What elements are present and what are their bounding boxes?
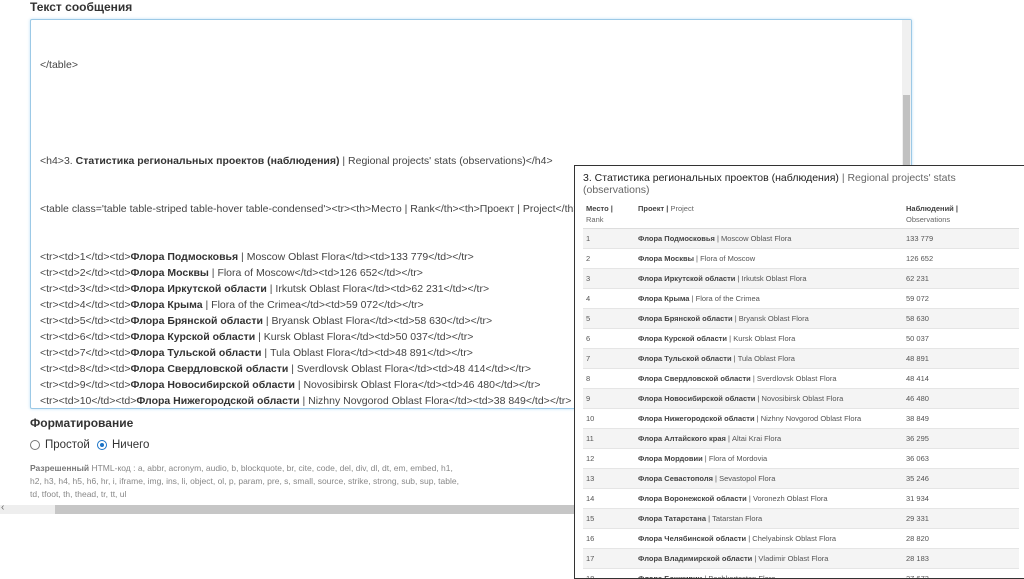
table-row: 12Флора Мордовии | Flora of Mordovia36 0… bbox=[583, 449, 1019, 469]
cell-observations: 48 891 bbox=[903, 349, 1019, 369]
cell-project: Флора Тульской области | Tula Oblast Flo… bbox=[635, 349, 903, 369]
radio-circle-checked[interactable] bbox=[97, 440, 107, 450]
cell-observations: 59 072 bbox=[903, 289, 1019, 309]
header-project: Проект | Project bbox=[635, 200, 903, 229]
table-row: 2Флора Москвы | Flora of Moscow126 652 bbox=[583, 249, 1019, 269]
cell-rank: 15 bbox=[583, 509, 635, 529]
cell-project: Флора Брянской области | Bryansk Oblast … bbox=[635, 309, 903, 329]
table-row: 14Флора Воронежской области | Voronezh O… bbox=[583, 489, 1019, 509]
preview-panel: 3. Статистика региональных проектов (наб… bbox=[574, 165, 1024, 579]
cell-project: Флора Свердловской области | Sverdlovsk … bbox=[635, 369, 903, 389]
cell-project: Флора Крыма | Flora of the Crimea bbox=[635, 289, 903, 309]
cell-observations: 36 063 bbox=[903, 449, 1019, 469]
table-row: 9Флора Новосибирской области | Novosibir… bbox=[583, 389, 1019, 409]
cell-rank: 16 bbox=[583, 529, 635, 549]
cell-rank: 5 bbox=[583, 309, 635, 329]
cell-observations: 133 779 bbox=[903, 229, 1019, 249]
cell-rank: 10 bbox=[583, 409, 635, 429]
table-row: 1Флора Подмосковья | Moscow Oblast Flora… bbox=[583, 229, 1019, 249]
table-row: 7Флора Тульской области | Tula Oblast Fl… bbox=[583, 349, 1019, 369]
formatting-label: Форматирование bbox=[30, 416, 133, 430]
cell-rank: 17 bbox=[583, 549, 635, 569]
cell-project: Флора Москвы | Flora of Moscow bbox=[635, 249, 903, 269]
cell-project: Флора Воронежской области | Voronezh Obl… bbox=[635, 489, 903, 509]
cell-observations: 58 630 bbox=[903, 309, 1019, 329]
message-label: Текст сообщения bbox=[30, 0, 132, 14]
cell-project: Флора Татарстана | Tatarstan Flora bbox=[635, 509, 903, 529]
cell-project: Флора Курской области | Kursk Oblast Flo… bbox=[635, 329, 903, 349]
cell-observations: 50 037 bbox=[903, 329, 1019, 349]
table-header: Место |Rank Проект | Project Наблюдений … bbox=[583, 200, 1019, 229]
radio-none[interactable]: Ничего bbox=[97, 439, 149, 451]
table-row: 11Флора Алтайского края | Altai Krai Flo… bbox=[583, 429, 1019, 449]
table-row: 15Флора Татарстана | Tatarstan Flora29 3… bbox=[583, 509, 1019, 529]
table-row: 6Флора Курской области | Kursk Oblast Fl… bbox=[583, 329, 1019, 349]
cell-rank: 14 bbox=[583, 489, 635, 509]
table-row: 4Флора Крыма | Flora of the Crimea59 072 bbox=[583, 289, 1019, 309]
cell-project: Флора Владимирской области | Vladimir Ob… bbox=[635, 549, 903, 569]
line-close-table: </table> bbox=[40, 57, 779, 73]
cell-observations: 36 295 bbox=[903, 429, 1019, 449]
header-rank: Место |Rank bbox=[583, 200, 635, 229]
stats-table: Место |Rank Проект | Project Наблюдений … bbox=[583, 200, 1019, 579]
radio-circle[interactable] bbox=[30, 440, 40, 450]
cell-rank: 8 bbox=[583, 369, 635, 389]
cell-rank: 7 bbox=[583, 349, 635, 369]
horizontal-scrollbar[interactable]: ‹ bbox=[0, 505, 580, 514]
cell-rank: 13 bbox=[583, 469, 635, 489]
cell-observations: 126 652 bbox=[903, 249, 1019, 269]
cell-rank: 4 bbox=[583, 289, 635, 309]
cell-rank: 1 bbox=[583, 229, 635, 249]
table-row: 3Флора Иркутской области | Irkutsk Oblas… bbox=[583, 269, 1019, 289]
cell-project: Флора Алтайского края | Altai Krai Flora bbox=[635, 429, 903, 449]
allowed-html-hint: Разрешенный HTML-код : a, abbr, acronym,… bbox=[30, 462, 460, 501]
cell-observations: 48 414 bbox=[903, 369, 1019, 389]
cell-observations: 31 934 bbox=[903, 489, 1019, 509]
cell-rank: 12 bbox=[583, 449, 635, 469]
header-observations: Наблюдений |Observations bbox=[903, 200, 1019, 229]
preview-title: 3. Статистика региональных проектов (наб… bbox=[583, 172, 1019, 196]
cell-project: Флора Новосибирской области | Novosibirs… bbox=[635, 389, 903, 409]
cell-rank: 6 bbox=[583, 329, 635, 349]
cell-observations: 46 480 bbox=[903, 389, 1019, 409]
cell-rank: 3 bbox=[583, 269, 635, 289]
cell-observations: 62 231 bbox=[903, 269, 1019, 289]
cell-rank: 9 bbox=[583, 389, 635, 409]
cell-project: Флора Севастополя | Sevastopol Flora bbox=[635, 469, 903, 489]
radio-plain[interactable]: Простой bbox=[30, 439, 90, 451]
cell-observations: 35 246 bbox=[903, 469, 1019, 489]
cell-rank: 11 bbox=[583, 429, 635, 449]
cell-observations: 29 331 bbox=[903, 509, 1019, 529]
cell-project: Флора Мордовии | Flora of Mordovia bbox=[635, 449, 903, 469]
cell-observations: 28 820 bbox=[903, 529, 1019, 549]
table-row: 13Флора Севастополя | Sevastopol Flora35… bbox=[583, 469, 1019, 489]
cell-project: Флора Подмосковья | Moscow Oblast Flora bbox=[635, 229, 903, 249]
table-row: 16Флора Челябинской области | Chelyabins… bbox=[583, 529, 1019, 549]
cell-project: Флора Нижегородской области | Nizhny Nov… bbox=[635, 409, 903, 429]
scroll-left-icon[interactable]: ‹ bbox=[1, 502, 4, 513]
cell-observations: 28 183 bbox=[903, 549, 1019, 569]
cell-project: Флора Иркутской области | Irkutsk Oblast… bbox=[635, 269, 903, 289]
table-row: 5Флора Брянской области | Bryansk Oblast… bbox=[583, 309, 1019, 329]
table-row: 17Флора Владимирской области | Vladimir … bbox=[583, 549, 1019, 569]
cell-rank: 2 bbox=[583, 249, 635, 269]
cell-project: Флора Челябинской области | Chelyabinsk … bbox=[635, 529, 903, 549]
table-row: 10Флора Нижегородской области | Nizhny N… bbox=[583, 409, 1019, 429]
scrollbar-thumb[interactable] bbox=[55, 505, 580, 514]
table-row: 8Флора Свердловской области | Sverdlovsk… bbox=[583, 369, 1019, 389]
cell-observations: 38 849 bbox=[903, 409, 1019, 429]
